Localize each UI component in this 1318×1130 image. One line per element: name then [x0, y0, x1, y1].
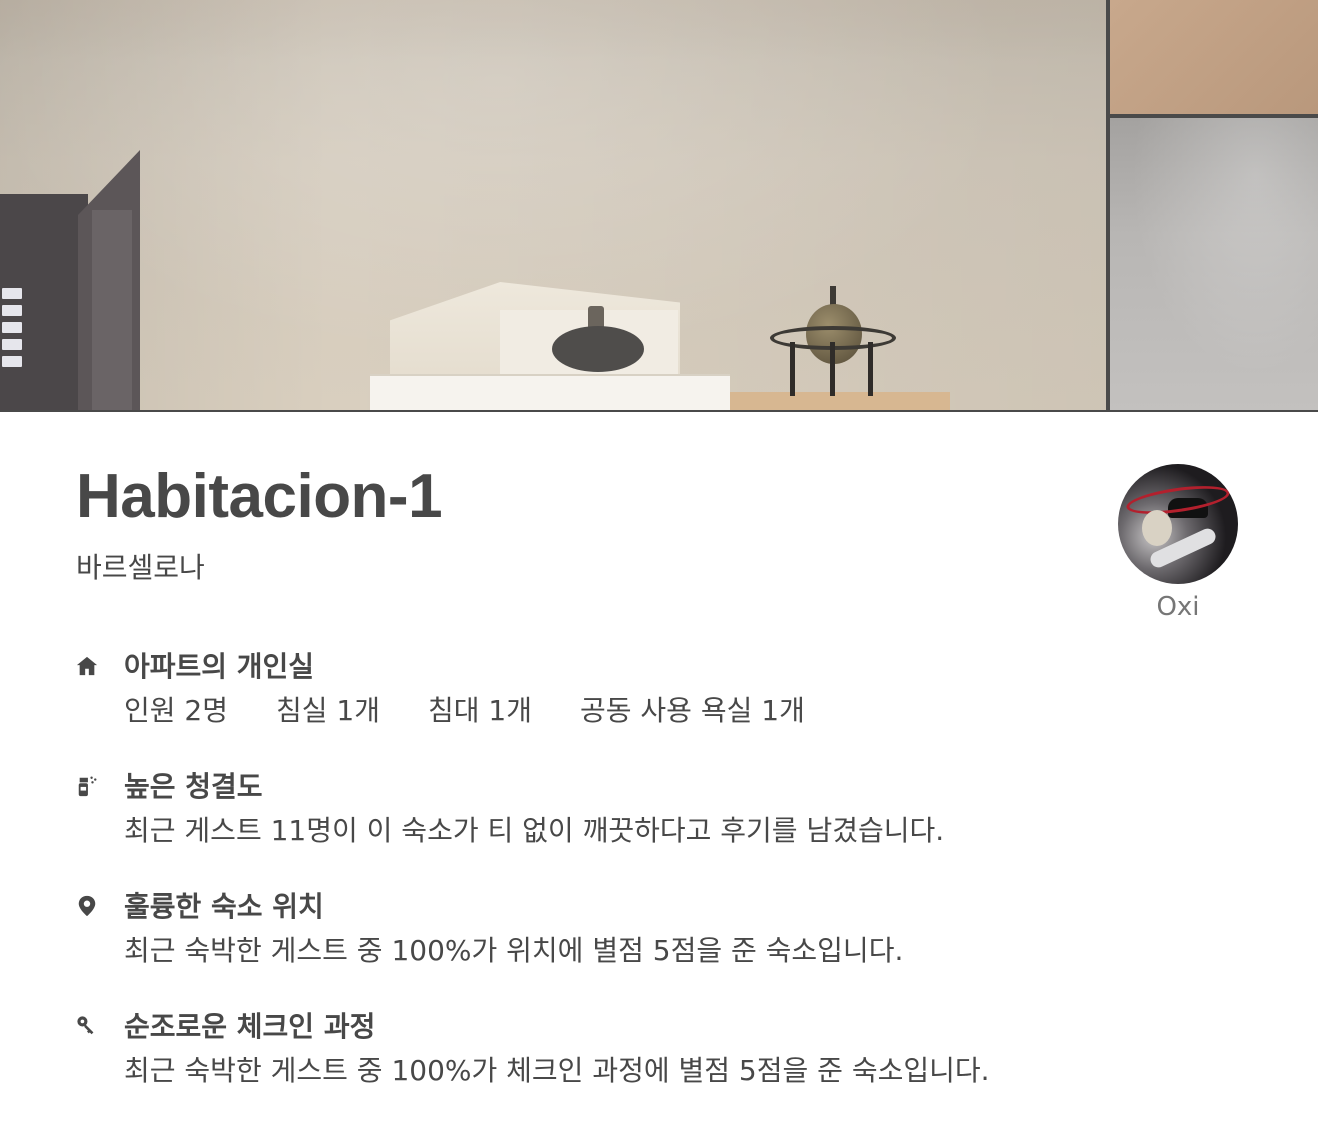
- checkin-description: 최근 숙박한 게스트 중 100%가 체크인 과정에 별점 5점을 준 숙소입니…: [124, 1054, 990, 1087]
- photo-gallery: [0, 0, 1318, 412]
- feature-checkin: 순조로운 체크인 과정 최근 숙박한 게스트 중 100%가 체크인 과정에 별…: [76, 1006, 1176, 1126]
- spec-beds: 침대 1개: [428, 694, 532, 727]
- listing-features: 아파트의 개인실 인원 2명 침실 1개 침대 1개 공동 사용 욕실 1개 높은 청…: [76, 646, 1176, 1126]
- photo-door: [0, 150, 140, 410]
- location-pin-icon: [78, 895, 96, 917]
- checkin-title: 순조로운 체크인 과정: [124, 1010, 376, 1043]
- room-specs: 인원 2명 침실 1개 침대 1개 공동 사용 욕실 1개: [124, 690, 805, 732]
- key-icon: [77, 1016, 94, 1035]
- spec-guests: 인원 2명: [124, 694, 228, 727]
- host-avatar[interactable]: [1118, 464, 1238, 584]
- side-photo-top[interactable]: [1110, 0, 1318, 114]
- feature-room-type: 아파트의 개인실 인원 2명 침실 1개 침대 1개 공동 사용 욕실 1개: [76, 646, 1176, 766]
- room-type-title: 아파트의 개인실: [124, 650, 315, 683]
- host-profile[interactable]: Oxi: [1118, 464, 1238, 624]
- cleanliness-title: 높은 청결도: [124, 770, 263, 803]
- photo-lamp: [552, 326, 644, 372]
- photo-shelf: [370, 374, 730, 410]
- location-title: 훌륭한 숙소 위치: [124, 890, 324, 923]
- host-name[interactable]: Oxi: [1118, 590, 1238, 624]
- feature-location: 훌륭한 숙소 위치 최근 숙박한 게스트 중 100%가 위치에 별점 5점을 …: [76, 886, 1176, 1006]
- cleaning-spray-icon: [78, 776, 97, 797]
- feature-cleanliness: 높은 청결도 최근 게스트 11명이 이 숙소가 티 없이 깨끗하다고 후기를 …: [76, 766, 1176, 886]
- listing-location[interactable]: 바르셀로나: [76, 546, 205, 586]
- spec-bedrooms: 침실 1개: [276, 694, 380, 727]
- home-icon: [76, 656, 98, 676]
- cleanliness-description: 최근 게스트 11명이 이 숙소가 티 없이 깨끗하다고 후기를 남겼습니다.: [124, 814, 945, 847]
- main-listing-photo[interactable]: [0, 0, 1106, 410]
- side-photo-bottom[interactable]: [1110, 118, 1318, 410]
- listing-title: Habitacion-1: [76, 462, 443, 531]
- location-description: 최근 숙박한 게스트 중 100%가 위치에 별점 5점을 준 숙소입니다.: [124, 934, 904, 967]
- spec-bathrooms: 공동 사용 욕실 1개: [580, 694, 805, 727]
- photo-globe: [768, 282, 898, 402]
